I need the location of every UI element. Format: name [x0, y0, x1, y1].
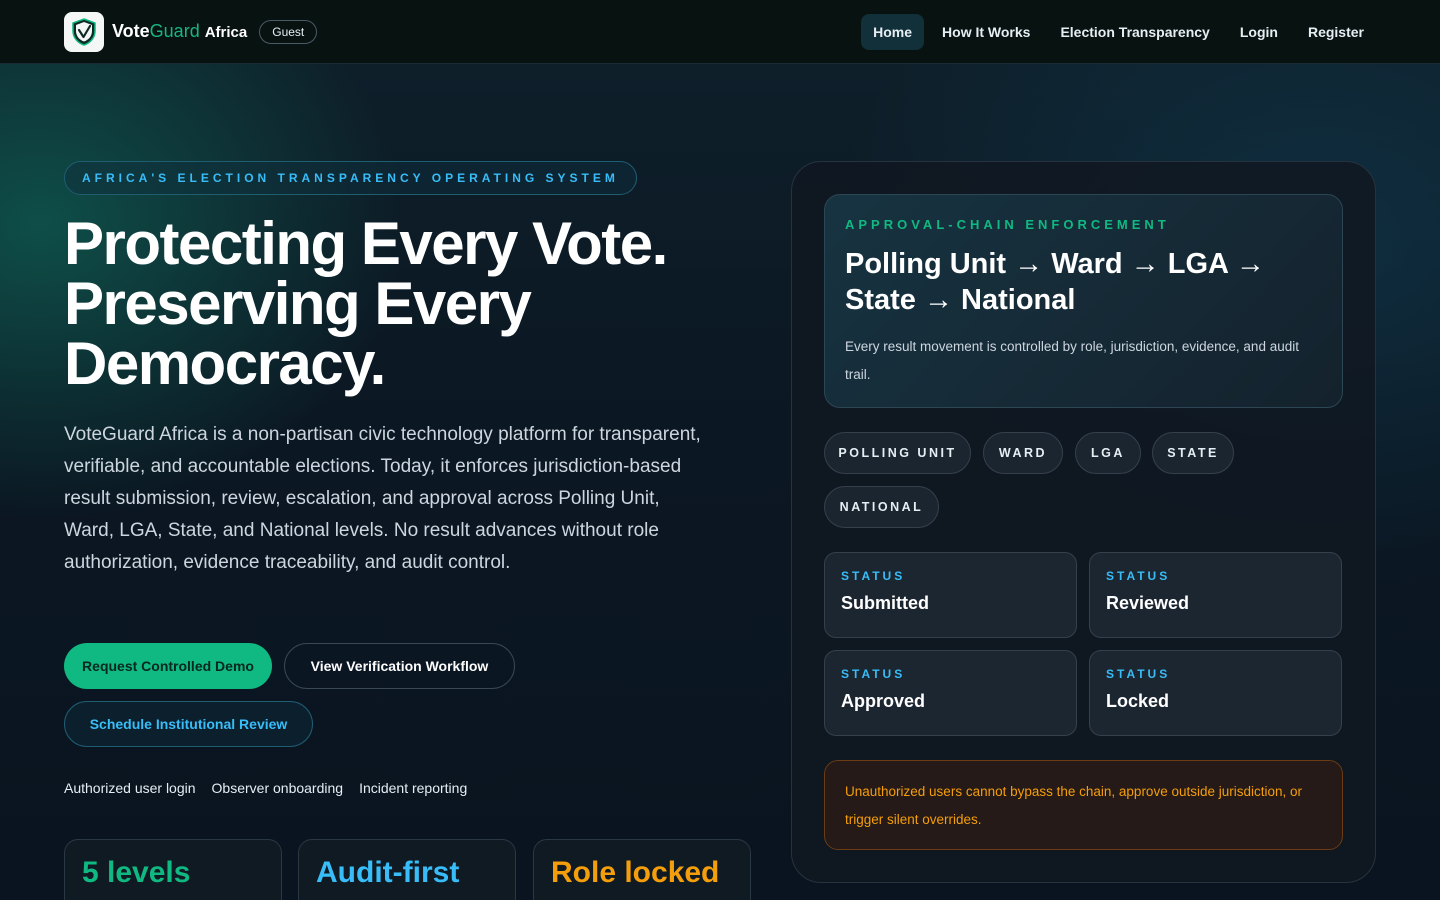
level-pill-state: STATE — [1152, 432, 1234, 474]
status-card-reviewed: STATUS Reviewed — [1089, 552, 1342, 638]
level-pill-lga: LGA — [1075, 432, 1141, 474]
brand-name[interactable]: Vote Guard Africa — [112, 21, 247, 42]
stat-card-role: Role locked — [533, 839, 751, 900]
nav-link-election-transparency[interactable]: Election Transparency — [1048, 14, 1221, 50]
request-demo-button[interactable]: Request Controlled Demo — [64, 643, 272, 689]
level-pill-polling-unit: POLLING UNIT — [824, 432, 971, 474]
observer-onboarding-link[interactable]: Observer onboarding — [212, 780, 344, 796]
status-card-approved: STATUS Approved — [824, 650, 1077, 736]
status-value: Approved — [841, 691, 926, 711]
guest-badge: Guest — [259, 19, 318, 44]
brand-guard: Guard — [149, 21, 200, 41]
hero-title: Protecting Every Vote. Preserving Every … — [64, 210, 668, 397]
nav-link-how-it-works[interactable]: How It Works — [930, 14, 1042, 50]
approval-chain-card: APPROVAL-CHAIN ENFORCEMENT Polling Unit … — [824, 194, 1343, 408]
status-label: STATUS — [841, 667, 906, 681]
hero-eyebrow: AFRICA'S ELECTION TRANSPARENCY OPERATING… — [64, 161, 637, 195]
status-value: Reviewed — [1106, 593, 1190, 613]
stat-card-audit: Audit-first — [298, 839, 516, 900]
top-navbar: Vote Guard Africa Guest Home How It Work… — [0, 0, 1440, 64]
nav-links: Home How It Works Election Transparency … — [861, 13, 1376, 50]
chain-eyebrow: APPROVAL-CHAIN ENFORCEMENT — [845, 217, 1170, 232]
hero-description: VoteGuard Africa is a non-partisan civic… — [64, 424, 701, 573]
status-label: STATUS — [1106, 569, 1171, 583]
brand-vote: Vote — [112, 21, 150, 41]
incident-reporting-link[interactable]: Incident reporting — [359, 780, 467, 796]
status-value: Submitted — [841, 593, 929, 613]
quick-links: Authorized user login Observer onboardin… — [64, 780, 467, 796]
shield-check-icon[interactable] — [64, 11, 104, 52]
status-card-locked: STATUS Locked — [1089, 650, 1342, 736]
schedule-review-button[interactable]: Schedule Institutional Review — [64, 701, 313, 747]
nav-link-register[interactable]: Register — [1296, 14, 1376, 50]
authorized-login-link[interactable]: Authorized user login — [64, 780, 196, 796]
brand-africa: Africa — [204, 24, 248, 41]
nav-link-home[interactable]: Home — [861, 13, 925, 50]
level-pill-national: NATIONAL — [824, 486, 939, 528]
chain-description: Every result movement is controlled by r… — [845, 339, 1299, 382]
status-value: Locked — [1106, 691, 1170, 711]
level-pill-ward: WARD — [983, 432, 1063, 474]
status-label: STATUS — [1106, 667, 1171, 681]
stat-card-levels: 5 levels — [64, 839, 282, 900]
status-card-submitted: STATUS Submitted — [824, 552, 1077, 638]
nav-link-login[interactable]: Login — [1228, 14, 1290, 50]
chain-title: Polling Unit → Ward → LGA → State → Nati… — [845, 248, 1265, 316]
view-workflow-button[interactable]: View Verification Workflow — [284, 643, 515, 689]
unauthorized-warning: Unauthorized users cannot bypass the cha… — [824, 760, 1343, 850]
status-label: STATUS — [841, 569, 906, 583]
